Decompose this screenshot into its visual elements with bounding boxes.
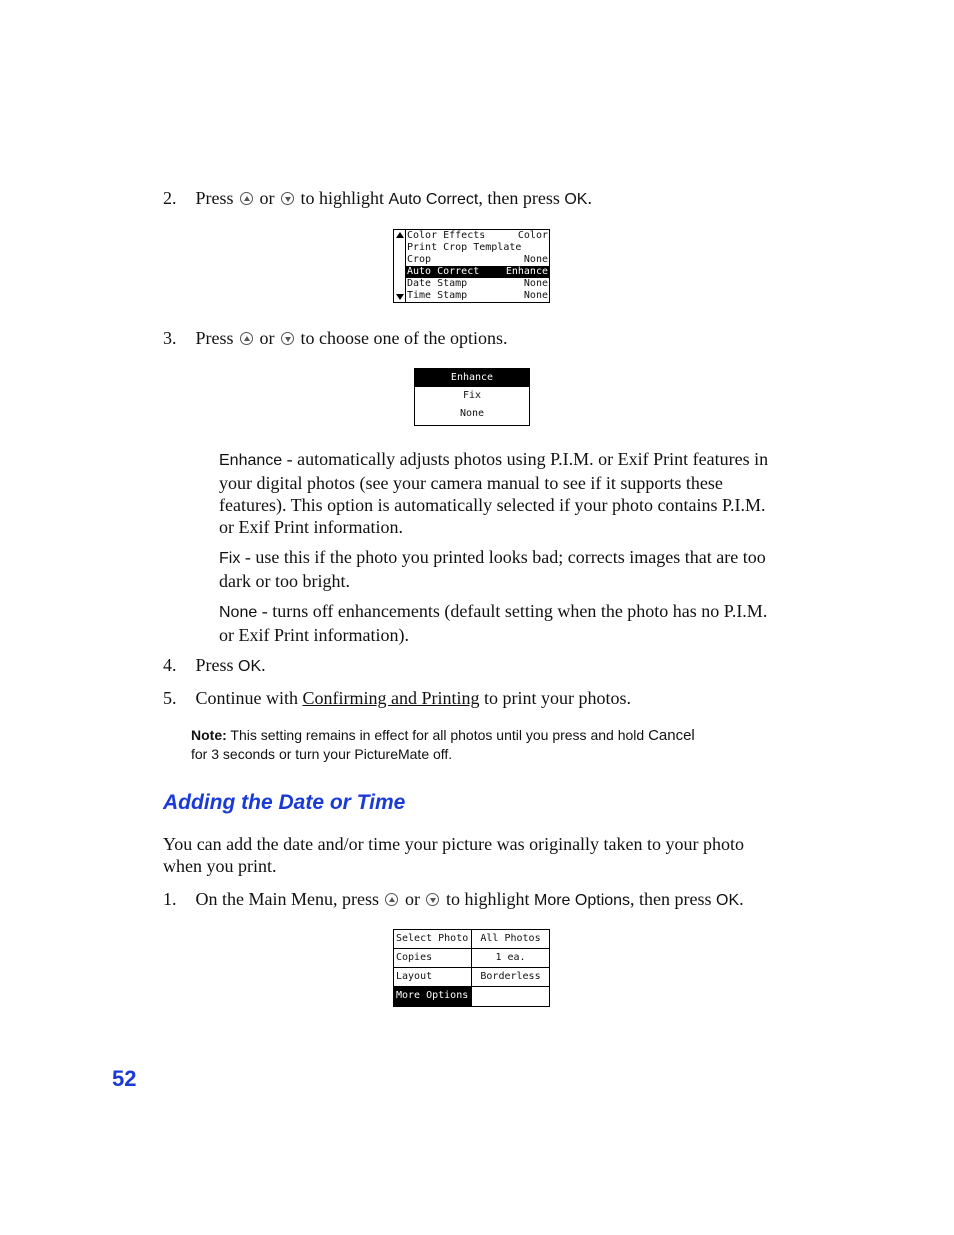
up-arrow-button-icon bbox=[240, 332, 254, 345]
menu-item-name: Auto Correct bbox=[388, 191, 479, 208]
description-fix: Fix - use this if the photo you printed … bbox=[219, 546, 784, 592]
note: Note: This setting remains in effect for… bbox=[191, 726, 771, 763]
option-term: None bbox=[219, 604, 258, 621]
step-text: or bbox=[259, 188, 275, 208]
down-arrow-button-icon bbox=[281, 332, 295, 345]
main-menu-value: All Photos bbox=[480, 933, 541, 944]
step-text: or bbox=[259, 328, 275, 348]
menu-row[interactable]: Date Stamp None bbox=[406, 278, 549, 290]
note-text: This setting remains in effect for all p… bbox=[226, 727, 649, 743]
main-menu-row[interactable]: Layout Borderless bbox=[394, 968, 549, 987]
main-menu-label: Copies bbox=[394, 949, 472, 967]
ok-button-name: OK bbox=[716, 892, 740, 909]
step-number: 3. bbox=[163, 328, 177, 348]
step-1: 1. On the Main Menu, press or to highlig… bbox=[163, 888, 744, 912]
ok-button-name: OK bbox=[238, 658, 262, 675]
menu-row-label: Auto Correct bbox=[407, 266, 480, 277]
step-text: to highlight bbox=[445, 889, 530, 909]
menu-row-label: Date Stamp bbox=[407, 278, 468, 289]
main-menu-row[interactable]: Copies 1 ea. bbox=[394, 949, 549, 968]
lcd-settings-menu: Color Effects Color Print Crop Template Cro… bbox=[393, 229, 550, 303]
up-arrow-button-icon bbox=[385, 893, 399, 906]
menu-row-label: Print Crop Template bbox=[407, 242, 522, 253]
step-text: , then press bbox=[630, 889, 712, 909]
scroll-down-icon bbox=[396, 294, 404, 300]
option-description: - automatically adjusts photos using P.I… bbox=[219, 449, 769, 537]
down-arrow-button-icon bbox=[281, 192, 295, 205]
step-text: Press bbox=[195, 328, 234, 348]
main-menu-row[interactable]: Select Photo All Photos bbox=[394, 930, 549, 949]
option-term: Enhance bbox=[219, 452, 283, 469]
step-text: Press bbox=[195, 655, 234, 675]
step-4: 4. Press OK. bbox=[163, 654, 266, 678]
step-number: 2. bbox=[163, 188, 177, 208]
scrollbar bbox=[394, 230, 406, 302]
down-arrow-button-icon bbox=[426, 893, 440, 906]
step-2: 2. Press or to highlight Auto Correct, t… bbox=[163, 187, 592, 211]
step-3: 3. Press or to choose one of the options… bbox=[163, 327, 507, 349]
menu-row-label: Time Stamp bbox=[407, 290, 468, 301]
main-menu-value: Borderless bbox=[480, 971, 541, 982]
menu-row-value: None bbox=[523, 278, 548, 289]
confirming-and-printing-link[interactable]: Confirming and Printing bbox=[303, 688, 480, 708]
scroll-up-icon bbox=[396, 232, 404, 238]
option-description: - turns off enhancements (default settin… bbox=[219, 601, 768, 645]
main-menu-label: Layout bbox=[394, 968, 472, 986]
page-number: 52 bbox=[112, 1066, 137, 1091]
section-heading: Adding the Date or Time bbox=[163, 791, 406, 814]
menu-item-name: More Options bbox=[534, 892, 631, 909]
description-none: None - turns off enhancements (default s… bbox=[219, 600, 784, 646]
step-text: , then press bbox=[478, 188, 560, 208]
punctuation: . bbox=[261, 655, 266, 675]
main-menu-value: 1 ea. bbox=[495, 952, 526, 963]
main-menu-label: Select Photo bbox=[394, 930, 472, 948]
step-text: Continue with bbox=[195, 688, 299, 708]
main-menu-value bbox=[472, 987, 549, 1006]
note-label: Note: bbox=[191, 727, 227, 743]
menu-row[interactable]: Print Crop Template bbox=[406, 242, 549, 254]
ok-button-name: OK bbox=[564, 191, 588, 208]
section-intro: You can add the date and/or time your pi… bbox=[163, 834, 745, 876]
menu-row-value: None bbox=[523, 254, 548, 265]
option-description: - use this if the photo you printed look… bbox=[219, 547, 766, 591]
menu-row-value: None bbox=[523, 290, 548, 301]
menu-row-value: Enhance bbox=[505, 266, 548, 277]
up-arrow-button-icon bbox=[240, 192, 254, 205]
menu-row[interactable]: Time Stamp None bbox=[406, 290, 549, 302]
step-number: 1. bbox=[163, 889, 177, 909]
step-text: to highlight bbox=[300, 188, 385, 208]
menu-row[interactable]: Crop None bbox=[406, 254, 549, 266]
step-text: or bbox=[404, 889, 420, 909]
menu-row-value: Color bbox=[517, 230, 548, 241]
lcd-options-list: Enhance Fix None bbox=[414, 368, 530, 426]
main-menu-row[interactable]: More Options bbox=[394, 987, 549, 1006]
step-text: On the Main Menu, press bbox=[195, 889, 379, 909]
note-text: for 3 seconds or turn your PictureMate o… bbox=[191, 746, 453, 762]
cancel-button-name: Cancel bbox=[648, 727, 695, 744]
description-enhance: Enhance - automatically adjusts photos u… bbox=[219, 448, 784, 538]
lcd-main-menu: Select Photo All Photos Copies 1 ea. Layout B… bbox=[393, 929, 550, 1007]
main-menu-label: More Options bbox=[394, 987, 472, 1006]
step-text: to choose one of the options. bbox=[300, 328, 508, 348]
menu-row-label: Crop bbox=[407, 254, 432, 265]
option-item[interactable]: None bbox=[415, 405, 529, 423]
step-number: 4. bbox=[163, 655, 177, 675]
option-term: Fix bbox=[219, 550, 241, 567]
step-5: 5. Continue with Confirming and Printing… bbox=[163, 687, 631, 709]
menu-rows: Color Effects Color Print Crop Template Cro… bbox=[406, 230, 549, 302]
option-item[interactable]: Fix bbox=[415, 387, 529, 405]
punctuation: . bbox=[739, 889, 744, 909]
step-number: 5. bbox=[163, 688, 177, 708]
step-text: to print your photos. bbox=[484, 688, 631, 708]
menu-row[interactable]: Auto Correct Enhance bbox=[406, 266, 549, 278]
menu-row[interactable]: Color Effects Color bbox=[406, 230, 549, 242]
punctuation: . bbox=[587, 188, 592, 208]
option-item[interactable]: Enhance bbox=[415, 369, 529, 387]
menu-row-label: Color Effects bbox=[407, 230, 486, 241]
step-text: Press bbox=[195, 188, 234, 208]
